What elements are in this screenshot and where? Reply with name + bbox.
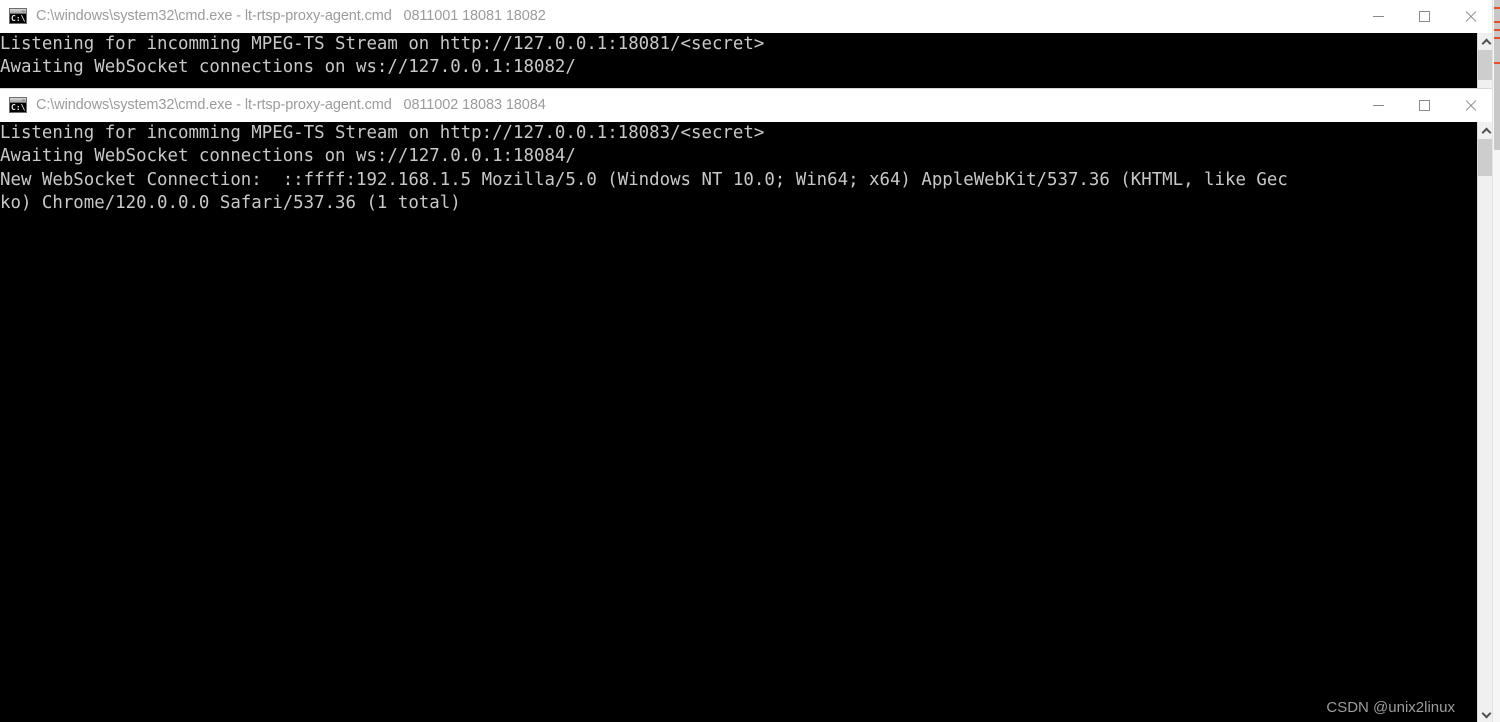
chevron-up-icon: [1482, 127, 1490, 135]
minimize-icon: [1372, 104, 1384, 106]
window-1-maximize-button[interactable]: [1401, 0, 1447, 33]
search-result-marker: [1494, 62, 1500, 64]
window-2-title-area: ▪▪▪ C:\ C:\windows\system32\cmd.exe - lt…: [0, 97, 1355, 113]
maximize-icon: [1418, 10, 1430, 22]
window-2-title: C:\windows\system32\cmd.exe - lt-rtsp-pr…: [36, 97, 546, 113]
window-2-scroll-up-button[interactable]: [1478, 122, 1493, 139]
window-2-minimize-button[interactable]: [1355, 89, 1401, 122]
cmd-icon-dots: ▪▪▪: [21, 9, 25, 13]
window-1-minimize-button[interactable]: [1355, 0, 1401, 33]
search-result-marker: [1494, 21, 1500, 23]
window-1-scroll-up-button[interactable]: [1478, 33, 1493, 50]
window-2-titlebar[interactable]: ▪▪▪ C:\ C:\windows\system32\cmd.exe - lt…: [0, 89, 1493, 122]
window-2-close-button[interactable]: [1447, 89, 1493, 122]
window-2-controls: [1355, 89, 1493, 122]
minimize-icon: [1372, 15, 1384, 17]
window-1-titlebar[interactable]: ▪▪▪ C:\ C:\windows\system32\cmd.exe - lt…: [0, 0, 1493, 33]
window-2-console-text: Listening for incomming MPEG-TS Stream o…: [0, 123, 1288, 213]
window-1-console-area: Listening for incomming MPEG-TS Stream o…: [0, 33, 1493, 88]
cmd-exe-icon: ▪▪▪ C:\: [9, 97, 27, 113]
window-2-maximize-button[interactable]: [1401, 89, 1447, 122]
cmd-icon-prompt: C:\: [11, 14, 26, 23]
watermark-label: CSDN @unix2linux: [1326, 699, 1455, 716]
cmd-window-2[interactable]: ▪▪▪ C:\ C:\windows\system32\cmd.exe - lt…: [0, 88, 1493, 722]
window-1-scrollbar[interactable]: [1477, 33, 1493, 88]
window-1-console-output[interactable]: Listening for incomming MPEG-TS Stream o…: [0, 33, 1477, 88]
window-1-console-text: Listening for incomming MPEG-TS Stream o…: [0, 34, 765, 78]
window-2-scroll-thumb[interactable]: [1478, 139, 1493, 176]
chevron-up-icon: [1482, 38, 1490, 46]
search-result-marker: [1494, 7, 1500, 9]
cmd-window-1[interactable]: ▪▪▪ C:\ C:\windows\system32\cmd.exe - lt…: [0, 0, 1493, 88]
window-1-title-area: ▪▪▪ C:\ C:\windows\system32\cmd.exe - lt…: [0, 8, 1355, 24]
window-1-title: C:\windows\system32\cmd.exe - lt-rtsp-pr…: [36, 8, 546, 24]
desktop-screen: ▪▪▪ C:\ C:\windows\system32\cmd.exe - lt…: [0, 0, 1500, 722]
cmd-exe-icon: ▪▪▪ C:\: [9, 8, 27, 24]
search-result-marker: [1494, 37, 1500, 39]
page-scrollbar[interactable]: [1492, 0, 1500, 722]
search-result-marker: [1494, 29, 1500, 31]
chevron-down-icon: [1482, 710, 1490, 718]
close-icon: [1464, 99, 1477, 112]
window-2-console-output[interactable]: Listening for incomming MPEG-TS Stream o…: [0, 122, 1477, 722]
maximize-icon: [1418, 99, 1430, 111]
window-1-close-button[interactable]: [1447, 0, 1493, 33]
cmd-icon-dots: ▪▪▪: [21, 98, 25, 102]
window-2-scroll-down-button[interactable]: [1478, 705, 1493, 722]
window-1-scroll-thumb[interactable]: [1478, 50, 1493, 80]
cmd-icon-prompt: C:\: [11, 103, 26, 112]
window-2-scrollbar[interactable]: [1477, 122, 1493, 722]
window-2-console-area: Listening for incomming MPEG-TS Stream o…: [0, 122, 1493, 722]
window-1-controls: [1355, 0, 1493, 33]
close-icon: [1464, 10, 1477, 23]
